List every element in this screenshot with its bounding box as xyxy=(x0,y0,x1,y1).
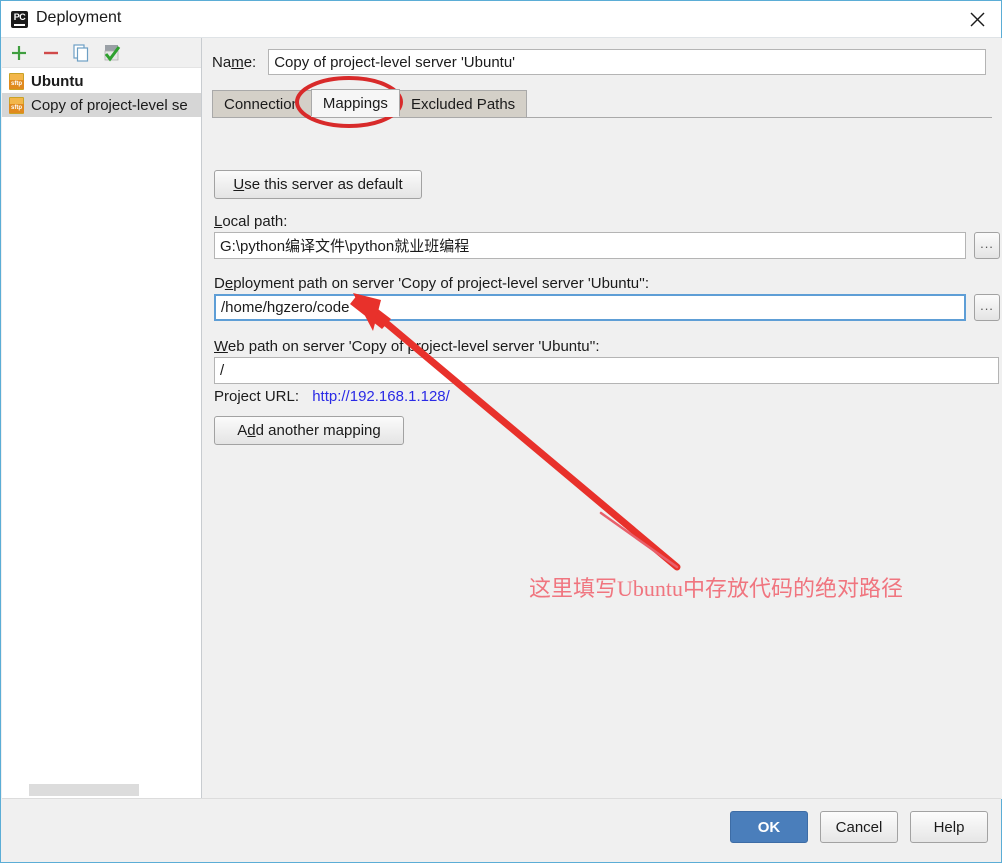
mappings-pane: Use this server as default Local path: .… xyxy=(212,118,1000,788)
sftp-icon xyxy=(9,96,24,114)
server-name: Copy of project-level se xyxy=(31,96,188,114)
horizontal-scrollbar[interactable] xyxy=(3,784,200,798)
local-path-label: Local path: xyxy=(214,213,288,230)
plus-icon[interactable] xyxy=(9,43,29,63)
server-name: Ubuntu xyxy=(31,72,84,90)
local-path-input[interactable] xyxy=(214,232,966,259)
pycharm-icon: PC xyxy=(11,11,28,28)
server-list: Ubuntu Copy of project-level se xyxy=(2,69,201,117)
name-label: Name: xyxy=(212,53,257,71)
green-check-icon[interactable] xyxy=(102,43,122,63)
help-button[interactable]: Help xyxy=(910,811,988,843)
ok-button[interactable]: OK xyxy=(730,811,808,843)
project-url-link[interactable]: http://192.168.1.128/ xyxy=(312,388,450,405)
copy-icon[interactable] xyxy=(71,43,91,63)
title-bar: PC Deployment xyxy=(1,1,1001,38)
deployment-dialog: PC Deployment sftp Ubuntu sftp Copy of p… xyxy=(0,0,1002,863)
list-item[interactable]: Ubuntu xyxy=(2,69,201,93)
close-icon[interactable] xyxy=(954,1,1001,37)
deployment-path-input[interactable] xyxy=(214,294,966,321)
settings-tabs: Connection Mappings Excluded Paths xyxy=(212,89,992,118)
scrollbar-thumb[interactable] xyxy=(29,784,139,796)
tab-mappings[interactable]: Mappings xyxy=(310,89,400,117)
use-this-server-as-default-button[interactable]: Use this server as default xyxy=(214,170,422,199)
deployment-path-browse-button[interactable]: ... xyxy=(974,294,1000,321)
minus-icon[interactable] xyxy=(41,43,61,63)
deployment-path-label: Deployment path on server 'Copy of proje… xyxy=(214,275,650,292)
server-list-toolbar xyxy=(2,38,201,68)
web-path-label: Web path on server 'Copy of project-leve… xyxy=(214,338,600,355)
footer-buttons: OK Cancel Help xyxy=(730,811,988,843)
name-input[interactable] xyxy=(268,49,987,75)
web-path-input[interactable] xyxy=(214,357,999,384)
cancel-button[interactable]: Cancel xyxy=(820,811,898,843)
window-title: Deployment xyxy=(36,9,122,26)
server-list-panel: Ubuntu Copy of project-level se xyxy=(2,38,202,799)
local-path-browse-button[interactable]: ... xyxy=(974,232,1000,259)
tab-excluded-paths[interactable]: Excluded Paths xyxy=(398,90,528,117)
name-row: Name: xyxy=(212,49,987,75)
tab-connection[interactable]: Connection xyxy=(212,90,312,117)
add-another-mapping-button[interactable]: Add another mapping xyxy=(214,416,404,445)
project-url-row: Project URL: http://192.168.1.128/ xyxy=(214,388,450,405)
list-item[interactable]: Copy of project-level se xyxy=(2,93,201,117)
server-settings-panel: Name: Connection Mappings Excluded Paths… xyxy=(202,38,1002,799)
project-url-label: Project URL: xyxy=(214,388,300,405)
sftp-icon xyxy=(9,72,24,90)
dialog-footer: OK Cancel Help xyxy=(2,798,1001,861)
